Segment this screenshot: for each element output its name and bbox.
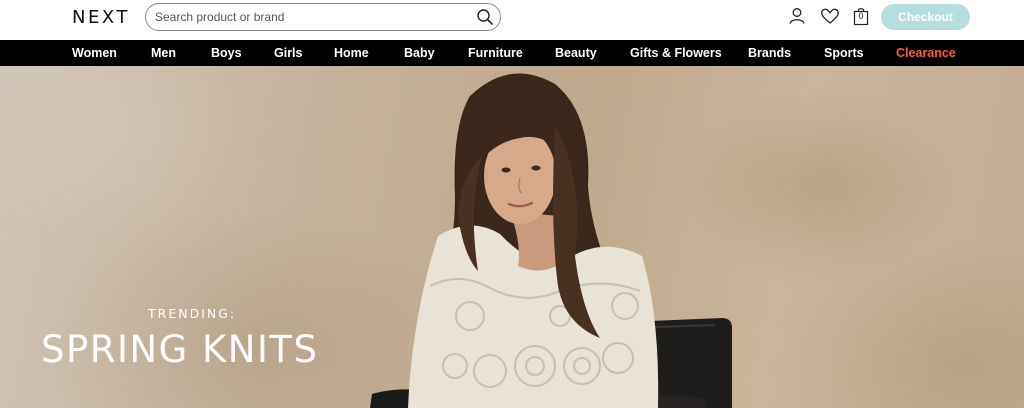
nav-item-furniture[interactable]: Furniture xyxy=(468,40,523,66)
nav-item-sports[interactable]: Sports xyxy=(824,40,864,66)
next-logo[interactable]: NEXT xyxy=(72,7,130,28)
hero-title[interactable]: SPRING KNITS xyxy=(41,328,318,371)
bag-count: 0 xyxy=(858,11,864,21)
nav-item-baby[interactable]: Baby xyxy=(404,40,435,66)
hero-model-image xyxy=(370,73,732,408)
nav-item-men[interactable]: Men xyxy=(151,40,176,66)
nav-item-home[interactable]: Home xyxy=(334,40,369,66)
nav-item-girls[interactable]: Girls xyxy=(274,40,303,66)
search-icon[interactable] xyxy=(476,8,494,26)
nav-item-gifts-flowers[interactable]: Gifts & Flowers xyxy=(630,40,722,66)
account-icon[interactable] xyxy=(787,6,807,26)
nav-item-women[interactable]: Women xyxy=(72,40,117,66)
heart-icon[interactable] xyxy=(820,6,840,26)
hero-kicker: TRENDING: xyxy=(148,306,237,321)
search-bar xyxy=(145,3,501,31)
nav-item-boys[interactable]: Boys xyxy=(211,40,242,66)
nav-item-beauty[interactable]: Beauty xyxy=(555,40,597,66)
shopping-bag-button[interactable]: 0 xyxy=(852,6,872,26)
hero-banner[interactable]: TRENDING: SPRING KNITS xyxy=(0,66,1024,408)
search-input[interactable] xyxy=(155,8,465,26)
main-nav: Women Men Boys Girls Home Baby Furniture… xyxy=(0,40,1024,66)
checkout-button[interactable]: Checkout xyxy=(881,4,970,30)
nav-item-clearance[interactable]: Clearance xyxy=(896,40,956,66)
nav-item-brands[interactable]: Brands xyxy=(748,40,791,66)
site-header: NEXT 0 Checkout xyxy=(0,0,1024,40)
